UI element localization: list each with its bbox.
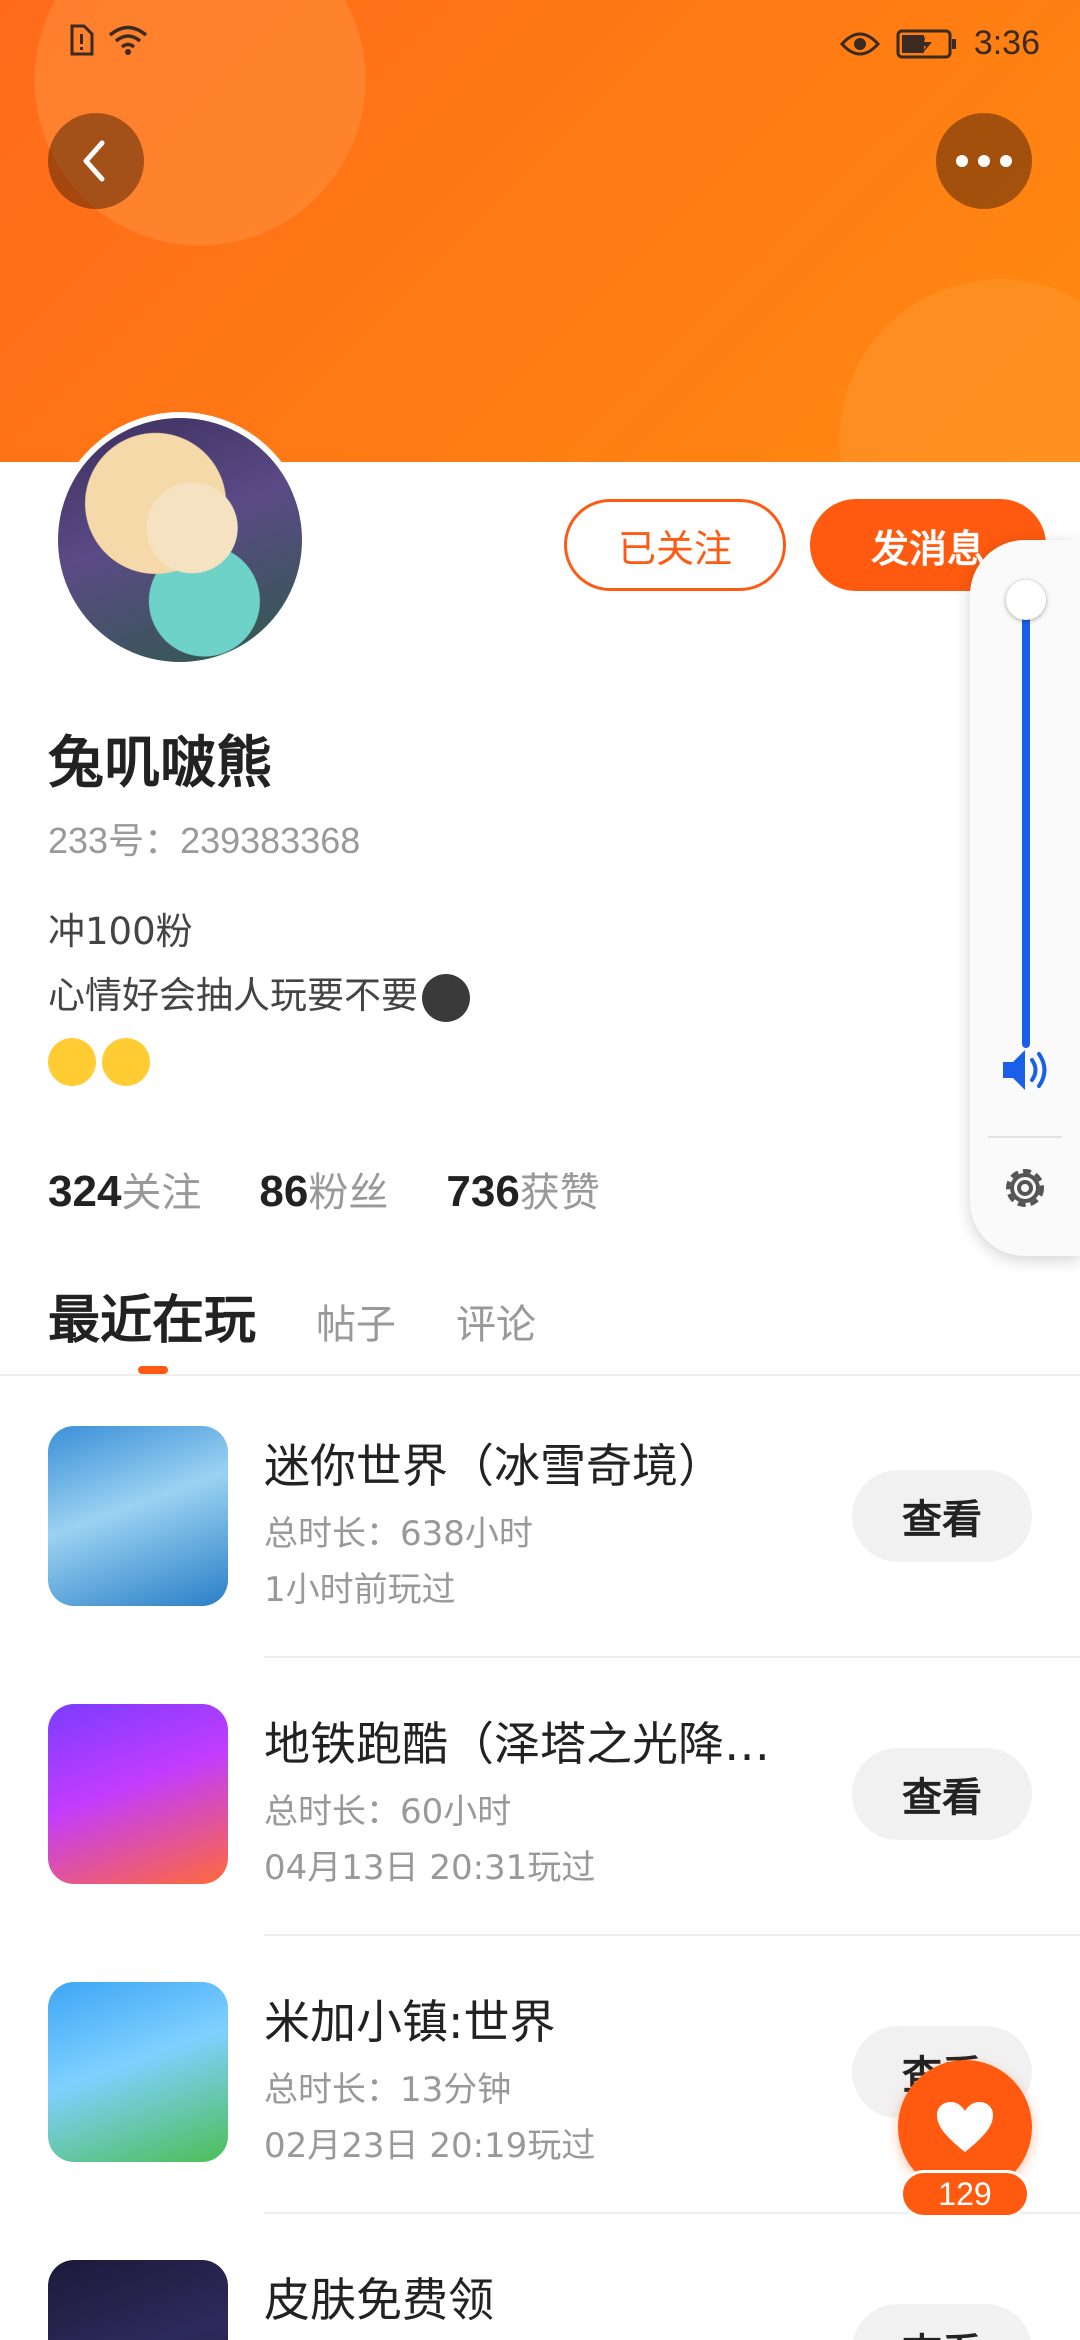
profile-tabs: 最近在玩 帖子 评论 [48, 1278, 536, 1353]
username: 兔叽啵熊 [48, 731, 272, 796]
tab-posts[interactable]: 帖子 [316, 1292, 396, 1350]
tabs-divider [0, 1374, 1080, 1376]
back-button[interactable] [48, 113, 144, 209]
volume-panel[interactable] [970, 540, 1080, 1256]
stat-label: 粉丝 [308, 1170, 389, 1216]
skin-free-icon [48, 2260, 228, 2340]
wifi-icon [108, 25, 148, 55]
game-title: 米加小镇:世界 [264, 1995, 556, 2049]
follow-button[interactable]: 已关注 [564, 499, 786, 591]
user-id: 233号：239383368 [48, 820, 361, 861]
view-button[interactable]: 查看 [852, 2304, 1032, 2340]
view-button[interactable]: 查看 [852, 1470, 1032, 1562]
list-item[interactable]: 迷你世界（冰雪奇境） 总时长：638小时 1小时前玩过 查看 [0, 1426, 1080, 1704]
status-right-icons: 3:36 [839, 24, 1040, 63]
status-left-icons [68, 24, 148, 56]
mini-world-icon [48, 1426, 228, 1606]
stat-number: 86 [259, 1167, 309, 1216]
game-last-played: 04月13日 20:31玩过 [264, 1848, 596, 1888]
heart-icon [937, 2102, 993, 2152]
avatar[interactable] [52, 412, 308, 668]
battery-icon [896, 29, 956, 58]
profile-stats: 324关注 86粉丝 736获赞 [48, 1160, 600, 1218]
list-item[interactable]: 地铁跑酷（泽塔之光降… 总时长：60小时 04月13日 20:31玩过 查看 [0, 1704, 1080, 1982]
volume-panel-divider [988, 1136, 1062, 1138]
tab-recently-played[interactable]: 最近在玩 [48, 1278, 256, 1353]
game-last-played: 1小时前玩过 [264, 1570, 456, 1610]
more-dots-icon [956, 155, 1012, 167]
stat-label: 关注 [121, 1170, 202, 1216]
subway-surfers-icon [48, 1704, 228, 1884]
stat-following[interactable]: 324关注 [48, 1160, 201, 1218]
game-title: 皮肤免费领 [264, 2273, 494, 2327]
avatar-image [58, 418, 302, 662]
volume-slider-knob[interactable] [1006, 580, 1046, 620]
gear-icon[interactable] [997, 1160, 1053, 1216]
like-count-badge: 129 [900, 2170, 1030, 2218]
active-tab-indicator [138, 1366, 168, 1374]
game-duration: 总时长：638小时 [264, 1514, 533, 1554]
bio: 冲100粉 心情好会抽人玩要不要 [48, 900, 470, 1092]
status-time: 3:36 [973, 24, 1040, 62]
stat-label: 获赞 [519, 1170, 600, 1216]
game-last-played: 02月23日 20:19玩过 [264, 2126, 596, 2166]
list-item[interactable]: 皮肤免费领 查看 [0, 2260, 1080, 2340]
game-title: 地铁跑酷（泽塔之光降… [264, 1717, 770, 1771]
speaker-icon[interactable] [997, 1042, 1053, 1098]
bio-line-1: 冲100粉 [48, 910, 193, 953]
game-duration: 总时长：60小时 [264, 1792, 512, 1832]
tab-comments[interactable]: 评论 [456, 1292, 536, 1350]
bio-line-2-wrap: 心情好会抽人玩要不要 [48, 964, 470, 1028]
status-bar: 3:36 [0, 0, 1080, 90]
yum-emoji-icon [102, 1037, 150, 1086]
grin-emoji-icon [422, 973, 470, 1022]
bio-line-3 [48, 1028, 470, 1092]
yum-emoji-icon [48, 1037, 96, 1086]
row-divider [264, 1934, 1080, 1936]
toca-world-icon [48, 1982, 228, 2162]
stat-number: 736 [446, 1167, 520, 1216]
chevron-left-icon [83, 140, 105, 182]
sim-alert-icon [70, 24, 94, 56]
game-duration: 总时长：13分钟 [264, 2070, 512, 2110]
bio-line-2: 心情好会抽人玩要不要 [48, 974, 418, 1017]
row-divider [264, 1656, 1080, 1658]
eye-icon [839, 32, 880, 55]
game-title: 迷你世界（冰雪奇境） [264, 1439, 724, 1493]
stat-number: 324 [48, 1167, 122, 1216]
stat-followers[interactable]: 86粉丝 [259, 1160, 388, 1218]
stat-likes[interactable]: 736获赞 [446, 1160, 599, 1218]
more-button[interactable] [936, 113, 1032, 209]
volume-slider-track[interactable] [1022, 598, 1030, 1048]
view-button[interactable]: 查看 [852, 1748, 1032, 1840]
